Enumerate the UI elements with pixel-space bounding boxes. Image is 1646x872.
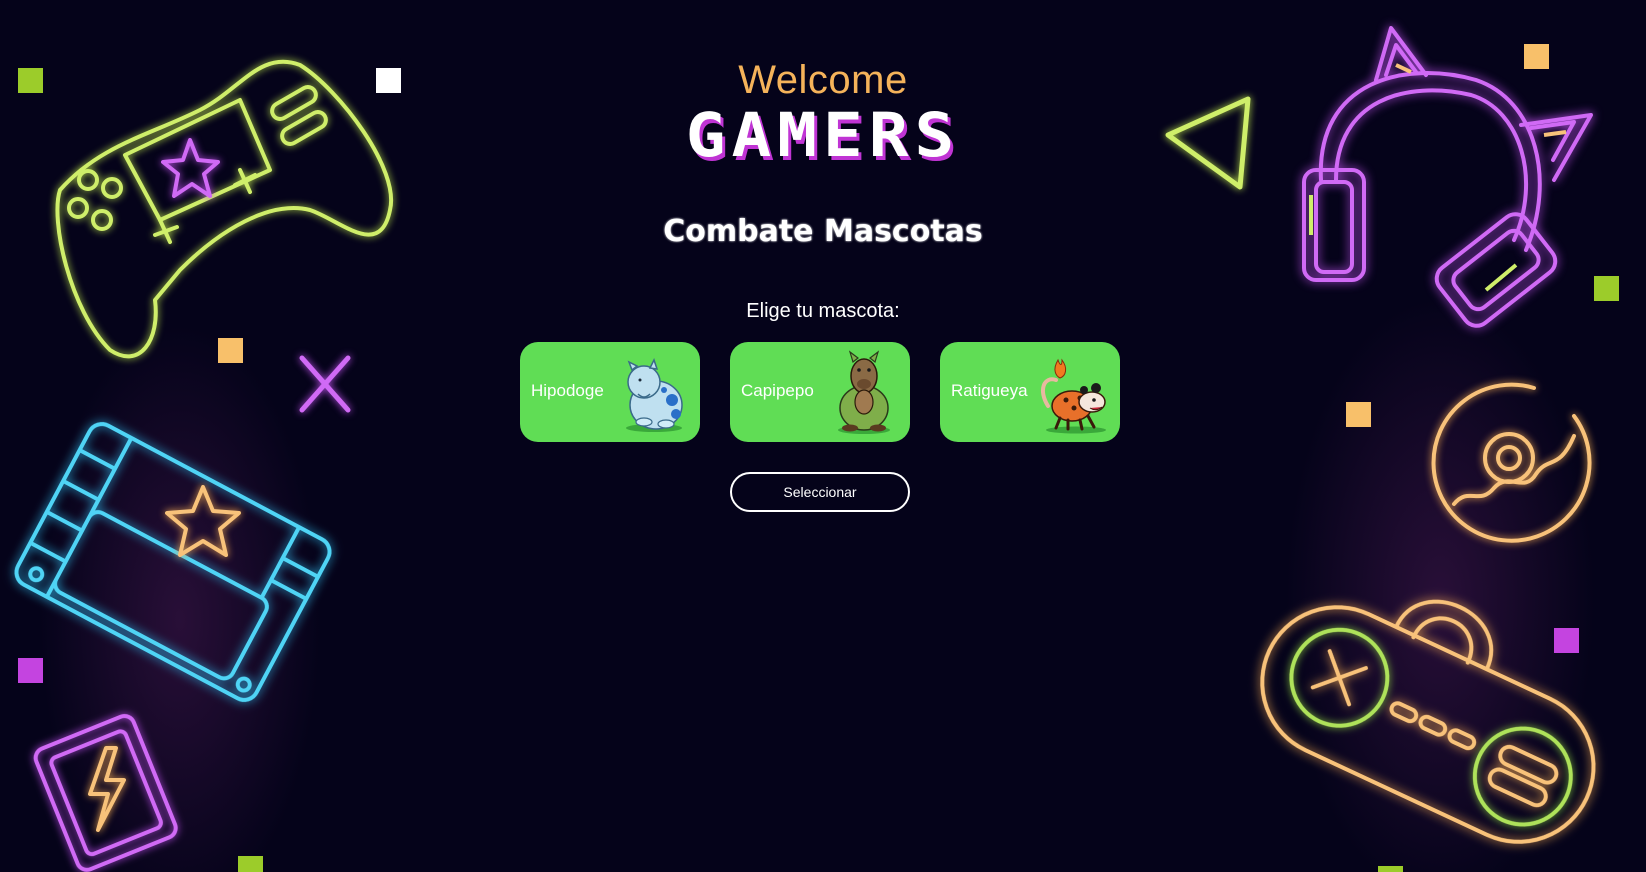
page-title: Combate Mascotas: [663, 214, 983, 249]
choose-pet-label: Elige tu mascota:: [746, 300, 900, 322]
pet-card-capipepo[interactable]: Capipepo: [730, 342, 910, 442]
disc-neon-icon: [1424, 376, 1594, 546]
gamers-title: GAMERS: [685, 100, 961, 171]
pet-card-ratigueya[interactable]: Ratigueya: [940, 342, 1120, 442]
lightning-card-neon-icon: [28, 712, 188, 872]
confetti-square: [1554, 628, 1579, 653]
pet-name-capipepo: Capipepo: [741, 381, 814, 400]
ratigueya-pet-image: [1038, 350, 1110, 434]
confetti-square: [218, 338, 243, 363]
confetti-square: [1378, 866, 1403, 872]
confetti-square: [1346, 402, 1371, 427]
cartridge-neon-icon: [8, 412, 338, 712]
pet-name-ratigueya: Ratigueya: [951, 381, 1028, 400]
confetti-square: [238, 856, 263, 872]
hipodoge-pet-image: [618, 350, 690, 434]
page-background: Welcome GAMERS Combate Mascotas Elige tu…: [0, 0, 1646, 872]
pet-name-hipodoge: Hipodoge: [531, 381, 604, 400]
pet-card-hipodoge[interactable]: Hipodoge: [520, 342, 700, 442]
capipepo-pet-image: [828, 350, 900, 434]
confetti-square: [18, 658, 43, 683]
retro-controller-neon-icon: [1240, 570, 1620, 870]
select-button[interactable]: Seleccionar: [730, 472, 910, 512]
welcome-title: Welcome: [738, 58, 908, 102]
x-mark-neon-icon: [296, 352, 356, 416]
